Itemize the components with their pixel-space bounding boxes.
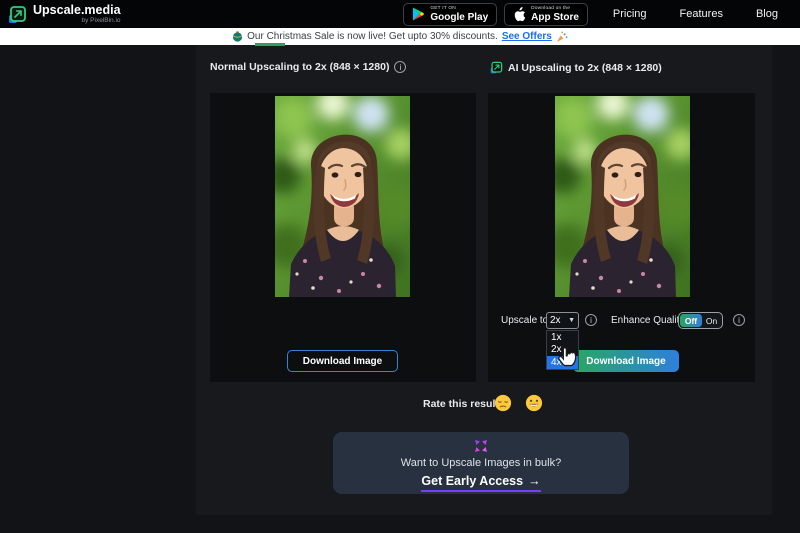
chevron-down-icon: ▼ [568, 317, 575, 324]
google-play-badge[interactable]: GET IT ON Google Play [403, 2, 498, 26]
get-early-access-label: Get Early Access [421, 474, 524, 488]
upscale-info-icon[interactable]: i [585, 314, 597, 326]
enhance-info-icon[interactable]: i [733, 314, 745, 326]
normal-panel-title: Normal Upscaling to 2x (848 × 1280) [210, 61, 390, 73]
nav-link-pricing[interactable]: Pricing [613, 8, 647, 20]
ai-result-image [555, 96, 690, 297]
logo[interactable]: Upscale.media by PixelBin.io [8, 4, 121, 24]
toggle-off-option[interactable]: Off [680, 314, 702, 327]
normal-upscale-panel: Download Image [210, 93, 476, 382]
bulk-sparkle-icon [475, 440, 487, 452]
pensive-face-icon[interactable] [494, 394, 512, 412]
banner-progress-indicator [255, 43, 285, 46]
upscale-to-label: Upscale to [501, 315, 549, 326]
party-popper-icon [556, 31, 568, 42]
main-content: Normal Upscaling to 2x (848 × 1280) i AI… [196, 45, 772, 515]
ai-download-button[interactable]: Download Image [573, 350, 679, 372]
bulk-upscale-card: Want to Upscale Images in bulk? Get Earl… [333, 432, 629, 494]
normal-result-image [275, 96, 410, 297]
grinning-face-icon[interactable] [525, 394, 543, 412]
google-play-label: Google Play [430, 11, 489, 23]
portrait-photo [275, 96, 410, 297]
get-early-access-link[interactable]: Get Early Access → [421, 474, 541, 492]
upscale-logo-icon [9, 5, 26, 23]
enhance-quality-toggle: Off On [678, 312, 723, 329]
banner-text: Our Christmas Sale is now live! Get upto… [247, 31, 498, 42]
ai-panel-title: AI Upscaling to 2x (848 × 1280) [508, 61, 662, 74]
google-play-icon [413, 7, 425, 21]
logo-title: Upscale.media [33, 3, 121, 17]
dropdown-option-4x[interactable]: 4x [547, 356, 578, 369]
navbar: Upscale.media by PixelBin.io GET IT ON G… [0, 0, 800, 28]
enhance-quality-label: Enhance Quality [611, 315, 685, 326]
nav-link-features[interactable]: Features [680, 8, 723, 20]
normal-panel-header: Normal Upscaling to 2x (848 × 1280) i [210, 61, 407, 73]
portrait-photo [555, 96, 690, 297]
normal-info-icon[interactable]: i [394, 61, 407, 73]
dropdown-option-2x[interactable]: 2x [547, 344, 578, 357]
right-arrow-icon: → [528, 474, 541, 488]
apple-icon [514, 6, 526, 21]
upscale-factor-dropdown: 1x 2x 4x [546, 330, 579, 370]
upscale-factor-value: 2x [550, 315, 561, 326]
bulk-question-text: Want to Upscale Images in bulk? [400, 457, 562, 469]
upscale-factor-select[interactable]: 2x ▼ [546, 312, 579, 329]
ai-upscale-icon [490, 61, 503, 74]
sale-banner: Our Christmas Sale is now live! Get upto… [0, 28, 800, 45]
app-store-label: App Store [531, 11, 579, 23]
see-offers-link[interactable]: See Offers [502, 31, 552, 42]
ai-panel-header: AI Upscaling to 2x (848 × 1280) [490, 61, 662, 74]
rate-result-label: Rate this result: [423, 398, 503, 410]
nav-link-blog[interactable]: Blog [756, 8, 778, 20]
toggle-on-option[interactable]: On [702, 316, 721, 326]
logo-subtitle: by PixelBin.io [81, 17, 121, 24]
nav-links: Pricing Features Blog [613, 8, 778, 20]
dropdown-option-1x[interactable]: 1x [547, 331, 578, 344]
app-store-badge[interactable]: Download on the App Store [504, 2, 588, 26]
ai-upscale-panel: Upscale to 2x ▼ 1x 2x 4x i Enhance Quali… [488, 93, 755, 382]
festive-ornament-icon [233, 31, 243, 42]
normal-download-button[interactable]: Download Image [287, 350, 398, 372]
